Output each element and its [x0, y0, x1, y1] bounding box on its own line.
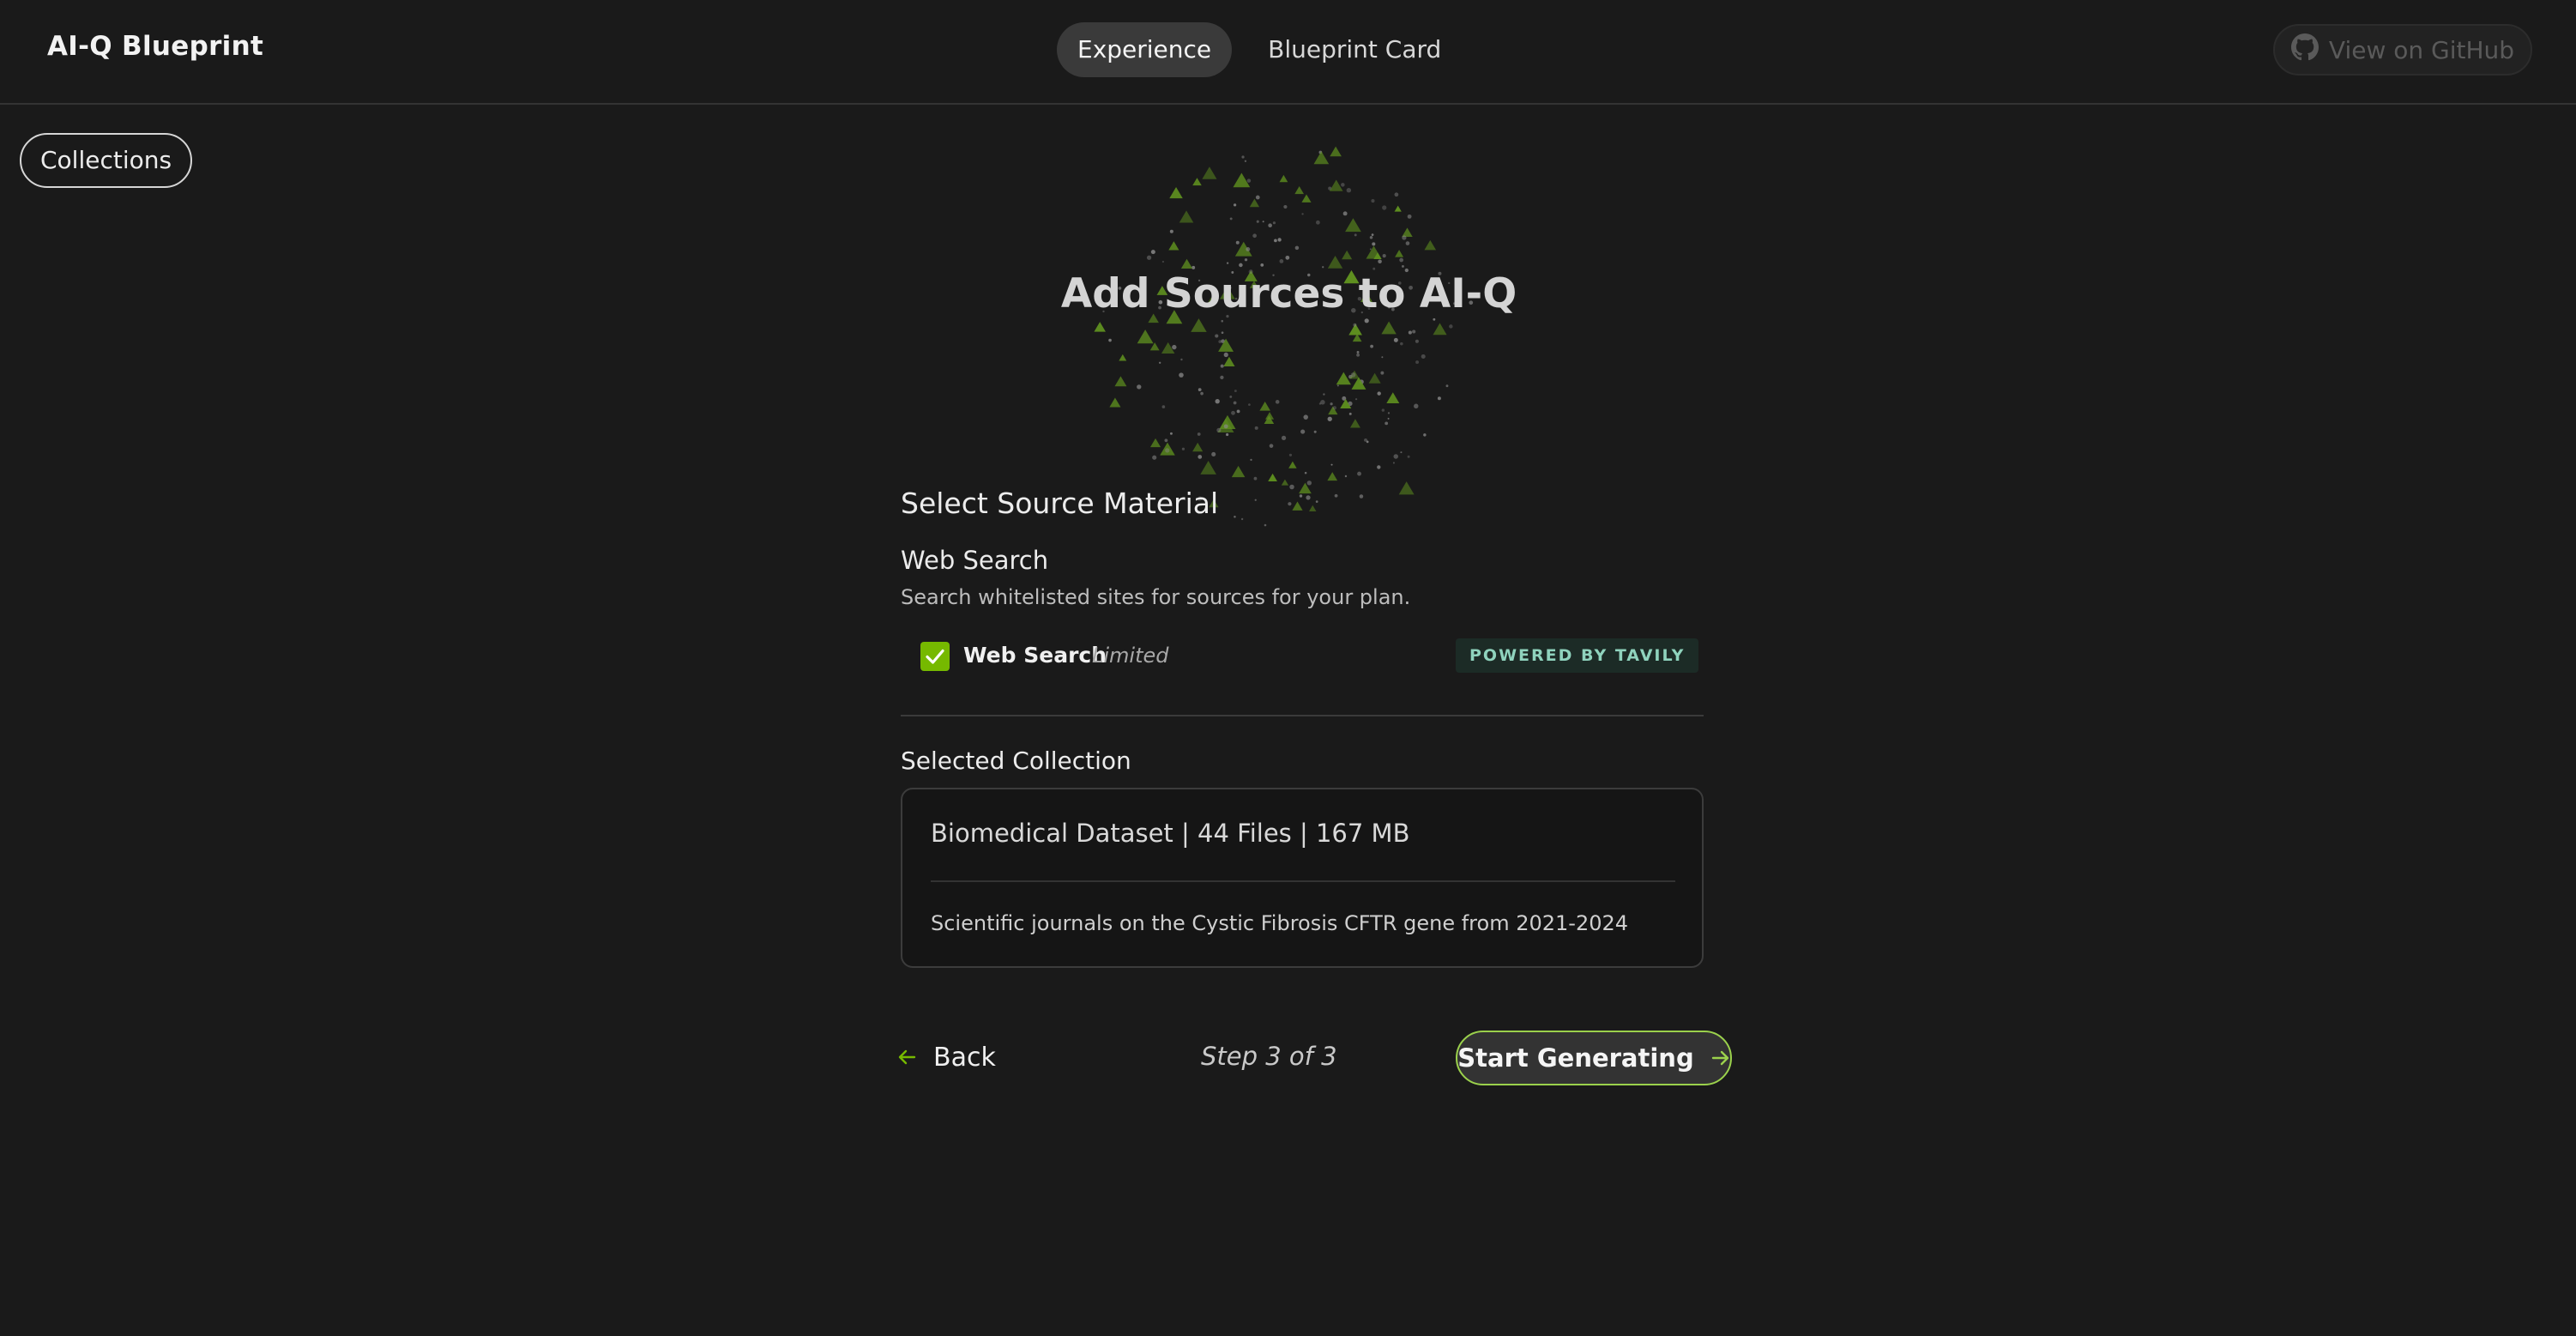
- tab-experience[interactable]: Experience: [1057, 22, 1233, 77]
- github-icon: [2290, 33, 2319, 67]
- card-divider: [931, 880, 1675, 882]
- start-generating-button[interactable]: Start Generating: [1456, 1031, 1732, 1085]
- selected-collection-label: Selected Collection: [901, 747, 1131, 775]
- web-search-title: Web Search: [901, 546, 1049, 575]
- collection-summary: Biomedical Dataset | 44 Files | 167 MB: [931, 819, 1410, 848]
- collection-description: Scientific journals on the Cystic Fibros…: [931, 911, 1629, 935]
- check-icon: [926, 649, 944, 664]
- collections-button[interactable]: Collections: [20, 133, 193, 188]
- back-button[interactable]: Back: [897, 1040, 996, 1074]
- web-search-limited-note: Limited: [1092, 644, 1169, 668]
- page-title: Add Sources to AI-Q: [1060, 270, 1517, 317]
- arrow-right-icon: [1711, 1050, 1728, 1066]
- nav-tabs: Experience Blueprint Card: [1057, 22, 1462, 77]
- view-on-github-button[interactable]: View on GitHub: [2273, 24, 2532, 76]
- tab-blueprint-card[interactable]: Blueprint Card: [1247, 22, 1462, 77]
- powered-by-badge: POWERED BY TAVILY: [1456, 638, 1699, 673]
- start-generating-label: Start Generating: [1457, 1043, 1694, 1073]
- step-indicator: Step 3 of 3: [1201, 1042, 1337, 1071]
- github-button-label: View on GitHub: [2328, 35, 2515, 64]
- section-title: Select Source Material: [901, 487, 1219, 520]
- web-search-description: Search whitelisted sites for sources for…: [901, 585, 1411, 609]
- top-bar: AI-Q Blueprint Experience Blueprint Card…: [0, 0, 2576, 105]
- arrow-left-icon: [898, 1049, 916, 1065]
- brand-title: AI-Q Blueprint: [47, 31, 264, 62]
- section-divider: [901, 715, 1704, 716]
- selected-collection-card: Biomedical Dataset | 44 Files | 167 MB S…: [901, 788, 1704, 968]
- back-button-label: Back: [933, 1042, 996, 1073]
- web-search-checkbox-label: Web Search: [963, 643, 1107, 668]
- web-search-checkbox[interactable]: [920, 642, 950, 671]
